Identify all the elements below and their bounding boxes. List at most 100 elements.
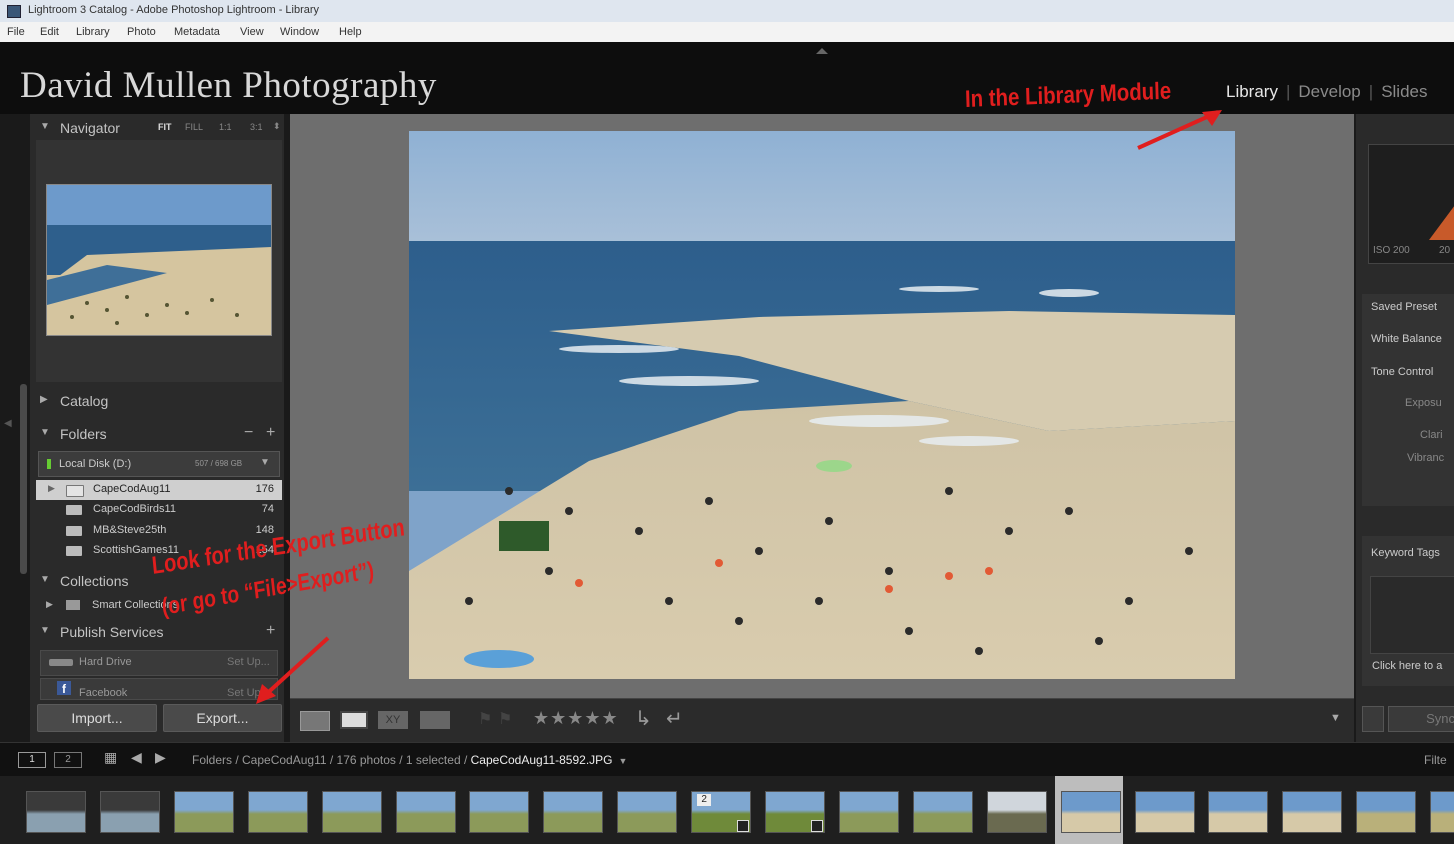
module-develop[interactable]: Develop bbox=[1298, 82, 1360, 101]
publish-service-facebook[interactable]: f Facebook Set Up... bbox=[40, 678, 278, 700]
expand-triangle-icon[interactable]: ▶ bbox=[48, 483, 55, 494]
import-button[interactable]: Import... bbox=[37, 704, 157, 732]
remove-folder-button[interactable]: − bbox=[244, 424, 253, 442]
navigator-header[interactable]: ▼ Navigator FIT FILL 1:1 3:1 ⬍ bbox=[30, 116, 284, 140]
source-dropdown-icon[interactable]: ▼ bbox=[619, 756, 628, 766]
menu-metadata[interactable]: Metadata bbox=[174, 26, 220, 38]
filmstrip-thumbnail[interactable] bbox=[1129, 776, 1197, 844]
menu-edit[interactable]: Edit bbox=[40, 26, 59, 38]
filmstrip-thumbnail[interactable] bbox=[463, 776, 531, 844]
filmstrip-thumbnail[interactable] bbox=[1202, 776, 1270, 844]
menu-window[interactable]: Window bbox=[280, 26, 319, 38]
reject-flag-icon[interactable]: ⚑ bbox=[498, 709, 512, 729]
zoom-1-1[interactable]: 1:1 bbox=[219, 122, 232, 132]
thumbnail-image bbox=[99, 791, 160, 833]
module-picker: Library | Develop | Slides bbox=[1226, 82, 1428, 102]
keyword-input-area[interactable] bbox=[1370, 576, 1454, 654]
filmstrip-thumbnail[interactable] bbox=[537, 776, 605, 844]
exposure-label: Exposu bbox=[1405, 397, 1442, 409]
rotate-left-icon[interactable]: ↳ bbox=[635, 706, 652, 731]
service-name: Facebook bbox=[79, 687, 128, 699]
collapse-triangle-icon: ▼ bbox=[40, 574, 50, 585]
filmstrip-thumbnail[interactable] bbox=[981, 776, 1049, 844]
sync-button[interactable]: Sync bbox=[1388, 706, 1454, 732]
toolbar-options-dropdown-icon[interactable]: ▼ bbox=[1330, 712, 1341, 724]
filmstrip-thumbnail[interactable] bbox=[390, 776, 458, 844]
survey-view-icon[interactable] bbox=[420, 711, 450, 729]
navigator-label: Navigator bbox=[60, 120, 120, 136]
publish-service-hard-drive[interactable]: Hard Drive Set Up... bbox=[40, 650, 278, 676]
zoom-3-1[interactable]: 3:1 bbox=[250, 122, 263, 132]
thumbnail-image bbox=[395, 791, 456, 833]
keyword-hint[interactable]: Click here to a bbox=[1372, 660, 1454, 672]
forward-arrow-icon[interactable]: ▶ bbox=[155, 749, 166, 766]
thumbnail-image bbox=[173, 791, 234, 833]
sync-toggle-icon[interactable] bbox=[1362, 706, 1384, 732]
filmstrip-thumbnail[interactable] bbox=[1350, 776, 1418, 844]
thumbnail-image bbox=[247, 791, 308, 833]
filmstrip-thumbnail[interactable] bbox=[316, 776, 384, 844]
filmstrip-thumbnail[interactable] bbox=[168, 776, 236, 844]
filmstrip-thumbnail[interactable] bbox=[1054, 776, 1123, 844]
zoom-fit[interactable]: FIT bbox=[158, 122, 172, 132]
menu-photo[interactable]: Photo bbox=[127, 26, 156, 38]
folder-name: CapeCodBirds11 bbox=[93, 503, 176, 515]
filmstrip-thumbnail[interactable]: 2 bbox=[685, 776, 753, 844]
rotate-right-icon[interactable]: ↵ bbox=[666, 706, 683, 731]
breadcrumb: Folders / CapeCodAug11 / 176 photos / 1 … bbox=[192, 753, 471, 767]
filmstrip-thumbnail[interactable] bbox=[242, 776, 310, 844]
filmstrip-thumbnail[interactable] bbox=[611, 776, 679, 844]
filmstrip-thumbnail[interactable] bbox=[907, 776, 975, 844]
folder-row[interactable]: CapeCodBirds11 74 bbox=[36, 500, 282, 520]
zoom-fill[interactable]: FILL bbox=[185, 122, 203, 132]
zoom-stepper-icon[interactable]: ⬍ bbox=[273, 121, 281, 132]
navigator-thumbnail[interactable] bbox=[46, 184, 272, 336]
service-name: Hard Drive bbox=[79, 656, 132, 668]
primary-window-button[interactable]: 1 bbox=[18, 752, 46, 768]
collapse-top-panel-icon[interactable] bbox=[816, 48, 828, 54]
volume-local-disk[interactable]: Local Disk (D:) 507 / 698 GB ▼ bbox=[38, 451, 280, 477]
loupe-view-icon[interactable] bbox=[340, 711, 368, 729]
filmstrip: 2 bbox=[0, 776, 1454, 844]
compare-view-icon[interactable]: XY bbox=[378, 711, 408, 729]
folders-label: Folders bbox=[60, 426, 107, 442]
filmstrip-thumbnail[interactable] bbox=[1424, 776, 1454, 844]
main-photo[interactable] bbox=[409, 131, 1235, 679]
left-panel-scrollbar[interactable] bbox=[20, 384, 27, 574]
grid-icon[interactable]: ▦ bbox=[104, 749, 117, 766]
disk-status-icon bbox=[47, 459, 51, 469]
filmstrip-source[interactable]: Folders / CapeCodAug11 / 176 photos / 1 … bbox=[192, 753, 627, 767]
module-library[interactable]: Library bbox=[1226, 82, 1278, 101]
pick-flag-icon[interactable]: ⚑ bbox=[478, 709, 492, 729]
star-rating[interactable]: ★★★★★ bbox=[533, 708, 619, 729]
filmstrip-thumbnail[interactable] bbox=[20, 776, 88, 844]
publish-services-header[interactable]: ▼ Publish Services + bbox=[30, 620, 284, 644]
folder-row-selected[interactable]: ▶ CapeCodAug11 176 bbox=[36, 480, 282, 500]
secondary-window-button[interactable]: 2 bbox=[54, 752, 82, 768]
tone-control-label[interactable]: Tone Control bbox=[1371, 366, 1454, 378]
facebook-icon: f bbox=[57, 681, 71, 696]
annotation-arrow-export bbox=[256, 636, 330, 704]
filmstrip-thumbnail[interactable] bbox=[759, 776, 827, 844]
menu-view[interactable]: View bbox=[240, 26, 264, 38]
grid-view-icon[interactable] bbox=[300, 711, 330, 731]
module-slideshow[interactable]: Slides bbox=[1381, 82, 1427, 101]
add-folder-button[interactable]: + bbox=[266, 424, 275, 442]
thumbnail-image bbox=[912, 791, 973, 833]
catalog-header[interactable]: ▶ Catalog bbox=[30, 389, 284, 413]
clarity-label: Clari bbox=[1420, 429, 1443, 441]
menu-help[interactable]: Help bbox=[339, 26, 362, 38]
volume-name: Local Disk (D:) bbox=[59, 458, 132, 470]
left-panel-toggle-icon[interactable]: ◀ bbox=[4, 418, 12, 429]
filmstrip-thumbnail[interactable] bbox=[1276, 776, 1344, 844]
back-arrow-icon[interactable]: ◀ bbox=[131, 749, 142, 766]
filmstrip-thumbnail[interactable] bbox=[94, 776, 162, 844]
menu-file[interactable]: File bbox=[7, 26, 25, 38]
folders-header[interactable]: ▼ Folders − + bbox=[30, 422, 284, 446]
filter-label[interactable]: Filte bbox=[1424, 753, 1454, 767]
menu-library[interactable]: Library bbox=[76, 26, 110, 38]
filmstrip-thumbnail[interactable] bbox=[833, 776, 901, 844]
volume-dropdown-icon[interactable]: ▼ bbox=[260, 457, 270, 468]
saved-preset-label[interactable]: Saved Preset bbox=[1371, 301, 1454, 313]
white-balance-label[interactable]: White Balance bbox=[1371, 333, 1454, 345]
